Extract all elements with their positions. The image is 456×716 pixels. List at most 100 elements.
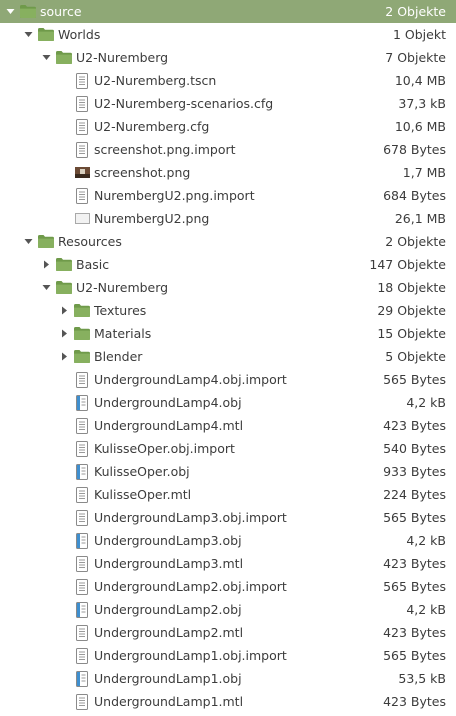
item-name: UndergroundLamp1.obj	[94, 671, 242, 686]
item-name: UndergroundLamp4.mtl	[94, 418, 244, 433]
tree-row-file[interactable]: U2-Nuremberg-scenarios.cfg 37,3 kB	[0, 92, 456, 115]
text-file-icon	[73, 555, 91, 572]
folder-icon	[37, 233, 55, 250]
item-name: NurembergU2.png.import	[94, 188, 255, 203]
item-size: 7 Objekte	[385, 50, 446, 65]
text-file-icon	[73, 486, 91, 503]
tree-row-file[interactable]: UndergroundLamp2.mtl 423 Bytes	[0, 621, 456, 644]
item-name: Materials	[94, 326, 152, 341]
item-name: Textures	[94, 303, 147, 318]
tree-row-file[interactable]: NurembergU2.png.import 684 Bytes	[0, 184, 456, 207]
item-size: 423 Bytes	[383, 418, 446, 433]
tree-row-folder[interactable]: Materials 15 Objekte	[0, 322, 456, 345]
text-file-icon	[73, 95, 91, 112]
item-size: 4,2 kB	[406, 602, 446, 617]
tree-row-file[interactable]: KulisseOper.mtl 224 Bytes	[0, 483, 456, 506]
tree-row-file[interactable]: UndergroundLamp3.obj.import 565 Bytes	[0, 506, 456, 529]
expander-closed-icon[interactable]	[40, 253, 52, 276]
item-size: 29 Objekte	[377, 303, 446, 318]
item-size: 37,3 kB	[398, 96, 446, 111]
text-file-icon	[73, 693, 91, 710]
text-file-icon	[73, 141, 91, 158]
item-size: 26,1 MB	[394, 211, 446, 226]
text-file-icon	[73, 72, 91, 89]
item-size: 18 Objekte	[377, 280, 446, 295]
file-tree: source 2 Objekte Worlds 1 Objekt U2-Nurember…	[0, 0, 456, 713]
tree-row-file[interactable]: screenshot.png 1,7 MB	[0, 161, 456, 184]
tree-row-folder[interactable]: Textures 29 Objekte	[0, 299, 456, 322]
item-size: 4,2 kB	[406, 395, 446, 410]
obj-file-icon	[73, 463, 91, 480]
tree-row-file[interactable]: UndergroundLamp4.mtl 423 Bytes	[0, 414, 456, 437]
text-file-icon	[73, 624, 91, 641]
obj-file-icon	[73, 601, 91, 618]
tree-row-folder[interactable]: Worlds 1 Objekt	[0, 23, 456, 46]
tree-row-folder[interactable]: Blender 5 Objekte	[0, 345, 456, 368]
item-name: UndergroundLamp4.obj.import	[94, 372, 287, 387]
tree-row-file[interactable]: UndergroundLamp3.mtl 423 Bytes	[0, 552, 456, 575]
tree-row-folder[interactable]: Basic 147 Objekte	[0, 253, 456, 276]
tree-row-file[interactable]: UndergroundLamp2.obj 4,2 kB	[0, 598, 456, 621]
item-size: 565 Bytes	[383, 510, 446, 525]
tree-row-file[interactable]: KulisseOper.obj 933 Bytes	[0, 460, 456, 483]
tree-row-file[interactable]: U2-Nuremberg.cfg 10,6 MB	[0, 115, 456, 138]
item-size: 4,2 kB	[406, 533, 446, 548]
tree-row-file[interactable]: UndergroundLamp4.obj.import 565 Bytes	[0, 368, 456, 391]
tree-row-file[interactable]: UndergroundLamp1.obj.import 565 Bytes	[0, 644, 456, 667]
expander-open-icon[interactable]	[22, 230, 34, 253]
tree-row-file[interactable]: UndergroundLamp3.obj 4,2 kB	[0, 529, 456, 552]
item-name: U2-Nuremberg	[76, 50, 169, 65]
item-name: source	[40, 4, 82, 19]
item-name: screenshot.png.import	[94, 142, 236, 157]
folder-icon	[73, 348, 91, 365]
text-file-icon	[73, 371, 91, 388]
item-size: 933 Bytes	[383, 464, 446, 479]
item-size: 53,5 kB	[398, 671, 446, 686]
item-name: U2-Nuremberg	[76, 280, 169, 295]
item-size: 2 Objekte	[385, 234, 446, 249]
tree-row-file[interactable]: UndergroundLamp4.obj 4,2 kB	[0, 391, 456, 414]
text-file-icon	[73, 440, 91, 457]
expander-open-icon[interactable]	[40, 276, 52, 299]
obj-file-icon	[73, 532, 91, 549]
item-name: Worlds	[58, 27, 101, 42]
folder-icon	[37, 26, 55, 43]
tree-row-file[interactable]: UndergroundLamp1.obj 53,5 kB	[0, 667, 456, 690]
item-size: 565 Bytes	[383, 579, 446, 594]
tree-row-file[interactable]: KulisseOper.obj.import 540 Bytes	[0, 437, 456, 460]
expander-closed-icon[interactable]	[58, 299, 70, 322]
item-name: UndergroundLamp1.obj.import	[94, 648, 287, 663]
tree-row-file[interactable]: U2-Nuremberg.tscn 10,4 MB	[0, 69, 456, 92]
item-size: 423 Bytes	[383, 625, 446, 640]
expander-open-icon[interactable]	[22, 23, 34, 46]
tree-row-folder[interactable]: Resources 2 Objekte	[0, 230, 456, 253]
item-size: 10,6 MB	[394, 119, 446, 134]
tree-row-folder[interactable]: U2-Nuremberg 18 Objekte	[0, 276, 456, 299]
tree-row-folder[interactable]: source 2 Objekte	[0, 0, 456, 23]
obj-file-icon	[73, 394, 91, 411]
text-file-icon	[73, 187, 91, 204]
item-name: UndergroundLamp3.mtl	[94, 556, 244, 571]
item-name: UndergroundLamp4.obj	[94, 395, 242, 410]
tree-row-folder[interactable]: U2-Nuremberg 7 Objekte	[0, 46, 456, 69]
expander-open-icon[interactable]	[40, 46, 52, 69]
image-file-icon	[73, 164, 91, 181]
item-name: UndergroundLamp3.obj.import	[94, 510, 287, 525]
expander-open-icon[interactable]	[4, 0, 16, 23]
item-size: 224 Bytes	[383, 487, 446, 502]
tree-row-file[interactable]: UndergroundLamp1.mtl 423 Bytes	[0, 690, 456, 713]
expander-closed-icon[interactable]	[58, 322, 70, 345]
item-size: 423 Bytes	[383, 694, 446, 709]
folder-icon	[19, 3, 37, 20]
item-size: 565 Bytes	[383, 648, 446, 663]
image-file-icon	[73, 210, 91, 227]
item-size: 2 Objekte	[385, 4, 446, 19]
tree-row-file[interactable]: NurembergU2.png 26,1 MB	[0, 207, 456, 230]
item-size: 540 Bytes	[383, 441, 446, 456]
item-size: 684 Bytes	[383, 188, 446, 203]
tree-row-file[interactable]: UndergroundLamp2.obj.import 565 Bytes	[0, 575, 456, 598]
item-name: UndergroundLamp3.obj	[94, 533, 242, 548]
item-name: KulisseOper.obj.import	[94, 441, 235, 456]
expander-closed-icon[interactable]	[58, 345, 70, 368]
tree-row-file[interactable]: screenshot.png.import 678 Bytes	[0, 138, 456, 161]
